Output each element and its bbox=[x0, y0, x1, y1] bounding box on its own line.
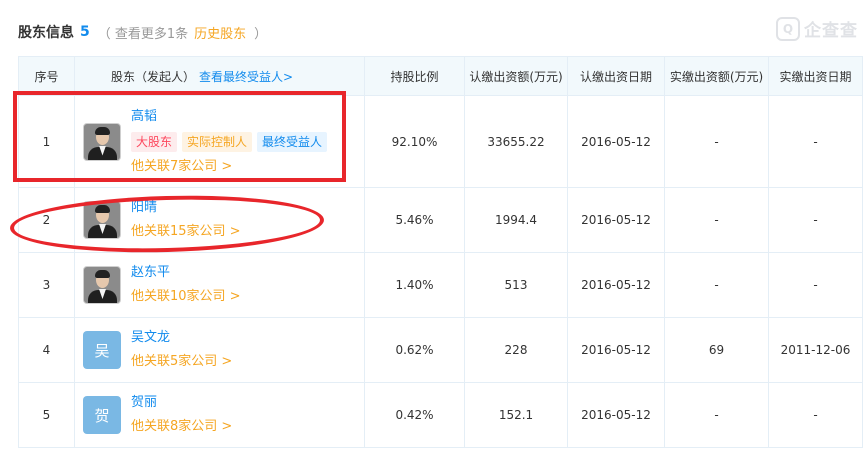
cell-paid: - bbox=[664, 382, 769, 448]
shareholder-count: 5 bbox=[80, 24, 90, 40]
column-header-ratio: 持股比例 bbox=[364, 56, 465, 96]
cell-subscribed: 1994.4 bbox=[464, 187, 568, 253]
holder-header-label: 股东（发起人） bbox=[111, 69, 196, 84]
cell-subscribed: 228 bbox=[464, 317, 568, 383]
cell-paid-date: 2011-12-06 bbox=[768, 317, 863, 383]
cell-subscribed-date: 2016-05-12 bbox=[567, 252, 665, 318]
cell-subscribed-date: 2016-05-12 bbox=[567, 187, 665, 253]
related-companies-link[interactable]: 他关联15家公司 > bbox=[131, 223, 241, 241]
tag-ultimate-beneficiary: 最终受益人 bbox=[257, 131, 328, 152]
cell-subscribed-date: 2016-05-12 bbox=[567, 382, 665, 448]
cell-paid-date: - bbox=[768, 95, 863, 188]
cell-paid: - bbox=[664, 252, 769, 318]
table-row: 5 贺 贺丽 他关联8家公司 > 0.42% 152.1 2016-05-12 … bbox=[18, 382, 863, 448]
cell-paid: - bbox=[664, 187, 769, 253]
cell-ratio: 92.10% bbox=[364, 95, 465, 188]
cell-paid-date: - bbox=[768, 382, 863, 448]
column-header-paid: 实缴出资额(万元) bbox=[664, 56, 769, 96]
more-prefix: （ 查看更多1条 bbox=[97, 26, 189, 42]
history-shareholders-link[interactable]: 历史股东 bbox=[194, 23, 246, 42]
cell-holder: 赵东平 他关联10家公司 > bbox=[74, 252, 365, 318]
tag-actual-controller: 实际控制人 bbox=[182, 131, 253, 152]
column-header-index: 序号 bbox=[18, 56, 75, 96]
column-header-subscribed: 认缴出资额(万元) bbox=[464, 56, 568, 96]
cell-holder: 阳晴 他关联15家公司 > bbox=[74, 187, 365, 253]
avatar[interactable] bbox=[83, 201, 121, 239]
holder-name-link[interactable]: 吴文龙 bbox=[131, 329, 232, 347]
table-row: 4 吴 吴文龙 他关联5家公司 > 0.62% 228 2016-05-12 6… bbox=[18, 317, 863, 383]
cell-subscribed: 513 bbox=[464, 252, 568, 318]
column-header-holder: 股东（发起人） 查看最终受益人> bbox=[74, 56, 365, 96]
cell-index: 1 bbox=[18, 95, 75, 188]
cell-subscribed: 33655.22 bbox=[464, 95, 568, 188]
tag-group: 大股东 实际控制人 最终受益人 bbox=[131, 131, 332, 152]
qichacha-logo: Q 企查查 bbox=[776, 16, 858, 41]
cell-ratio: 0.62% bbox=[364, 317, 465, 383]
table-header-row: 序号 股东（发起人） 查看最终受益人> 持股比例 认缴出资额(万元) 认缴出资日期… bbox=[18, 56, 863, 96]
cell-holder: 贺 贺丽 他关联8家公司 > bbox=[74, 382, 365, 448]
cell-ratio: 1.40% bbox=[364, 252, 465, 318]
cell-ratio: 0.42% bbox=[364, 382, 465, 448]
related-companies-link[interactable]: 他关联5家公司 > bbox=[131, 353, 232, 371]
cell-index: 3 bbox=[18, 252, 75, 318]
avatar[interactable] bbox=[83, 122, 121, 161]
cell-paid-date: - bbox=[768, 252, 863, 318]
section-title: 股东信息 bbox=[18, 25, 74, 41]
related-companies-link[interactable]: 他关联10家公司 > bbox=[131, 288, 241, 306]
cell-subscribed-date: 2016-05-12 bbox=[567, 95, 665, 188]
shareholder-table: 序号 股东（发起人） 查看最终受益人> 持股比例 认缴出资额(万元) 认缴出资日期… bbox=[18, 56, 863, 448]
cell-holder: 吴 吴文龙 他关联5家公司 > bbox=[74, 317, 365, 383]
holder-name-link[interactable]: 高韬 bbox=[131, 108, 332, 126]
holder-name-link[interactable]: 阳晴 bbox=[131, 199, 241, 217]
column-header-paid-date: 实缴出资日期 bbox=[768, 56, 863, 96]
table-row: 3 赵东平 他关联10家公司 > 1.40% 513 2016-05-12 - … bbox=[18, 252, 863, 318]
table-row: 2 阳晴 他关联15家公司 > 5.46% 1994.4 2016-05-12 … bbox=[18, 187, 863, 253]
cell-subscribed-date: 2016-05-12 bbox=[567, 317, 665, 383]
cell-index: 5 bbox=[18, 382, 75, 448]
cell-ratio: 5.46% bbox=[364, 187, 465, 253]
column-header-subscribed-date: 认缴出资日期 bbox=[567, 56, 665, 96]
logo-text: 企查查 bbox=[804, 21, 858, 41]
cell-subscribed: 152.1 bbox=[464, 382, 568, 448]
cell-paid: 69 bbox=[664, 317, 769, 383]
holder-name-link[interactable]: 赵东平 bbox=[131, 264, 241, 282]
logo-mark-icon: Q bbox=[776, 16, 800, 41]
cell-paid: - bbox=[664, 95, 769, 188]
section-header: 股东信息 5 （ 查看更多1条 历史股东 ） bbox=[18, 20, 267, 44]
cell-index: 2 bbox=[18, 187, 75, 253]
cell-holder: 高韬 大股东 实际控制人 最终受益人 他关联7家公司 > bbox=[74, 95, 365, 188]
avatar[interactable] bbox=[83, 266, 121, 304]
tag-major-shareholder: 大股东 bbox=[131, 131, 178, 152]
view-beneficiary-link[interactable]: 查看最终受益人> bbox=[199, 70, 293, 84]
avatar[interactable]: 吴 bbox=[83, 331, 121, 369]
related-companies-link[interactable]: 他关联8家公司 > bbox=[131, 418, 232, 436]
avatar[interactable]: 贺 bbox=[83, 396, 121, 434]
more-suffix: ） bbox=[254, 26, 268, 42]
cell-index: 4 bbox=[18, 317, 75, 383]
table-row: 1 高韬 大股东 实际控制人 最终受益人 他关联7家公司 > 92.10% 33… bbox=[18, 95, 863, 188]
cell-paid-date: - bbox=[768, 187, 863, 253]
holder-name-link[interactable]: 贺丽 bbox=[131, 394, 232, 412]
related-companies-link[interactable]: 他关联7家公司 > bbox=[131, 158, 332, 176]
